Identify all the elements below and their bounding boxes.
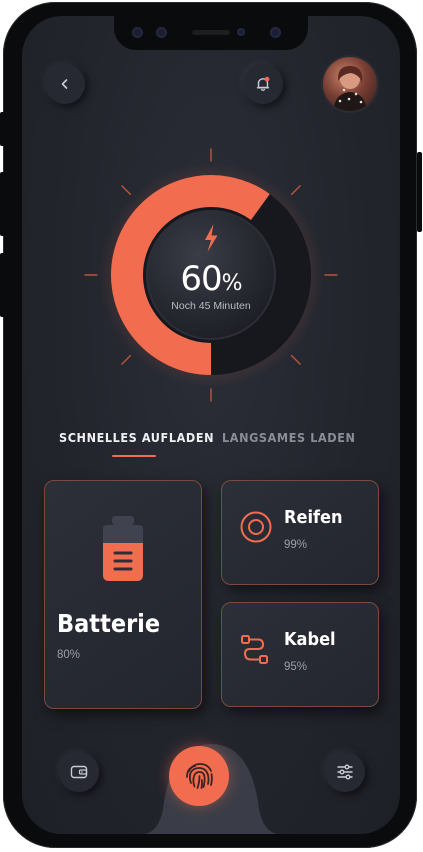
side-button-left-2 xyxy=(0,172,5,236)
battery-card[interactable]: Batterie 80% xyxy=(44,480,202,709)
charge-percent: 60% xyxy=(180,259,242,299)
fingerprint-icon xyxy=(186,763,213,789)
gauge-tick xyxy=(121,354,132,365)
tires-card-value: 99% xyxy=(284,539,308,551)
bell-icon xyxy=(256,76,270,91)
camera-lens-icon xyxy=(270,27,281,38)
battery-gauge: 60% Noch 45 Minuten xyxy=(82,146,340,404)
chevron-left-icon xyxy=(61,79,68,89)
user-avatar-icon xyxy=(333,65,367,111)
back-button[interactable] xyxy=(45,64,85,104)
battery-card-title: Batterie xyxy=(57,609,161,638)
cable-card[interactable]: Kabel 95% xyxy=(221,602,379,707)
gauge-tick xyxy=(121,185,132,196)
gauge-tick xyxy=(290,185,301,196)
sensor-icon xyxy=(237,28,245,36)
cable-card-value: 95% xyxy=(284,661,308,673)
notch xyxy=(114,16,308,50)
cable-card-title: Kabel xyxy=(284,629,336,650)
tires-card-title: Reifen xyxy=(284,507,343,528)
battery-icon xyxy=(103,516,143,581)
cable-icon xyxy=(241,635,268,664)
speaker-grille xyxy=(192,30,230,35)
tab-slow-charging[interactable]: LANGSAMES LADEN xyxy=(222,430,356,445)
camera-lens-icon xyxy=(132,27,143,38)
side-button-right xyxy=(417,152,422,232)
tab-fast-charging[interactable]: SCHNELLES AUFLADEN xyxy=(59,430,214,445)
remaining-time: Noch 45 Minuten xyxy=(171,300,251,312)
sliders-icon xyxy=(337,764,353,780)
wallet-icon xyxy=(70,765,88,779)
tire-icon xyxy=(240,511,272,543)
tires-card[interactable]: Reifen 99% xyxy=(221,480,379,585)
fingerprint-button[interactable] xyxy=(169,746,229,806)
gauge-tick xyxy=(290,354,301,365)
app-screen: 60% Noch 45 Minuten SCHNELLES AUFLADEN L… xyxy=(22,16,400,834)
camera-lens-icon xyxy=(156,27,167,38)
active-tab-indicator xyxy=(112,455,156,457)
avatar[interactable] xyxy=(323,57,377,111)
side-button-left-3 xyxy=(0,253,5,317)
battery-card-value: 80% xyxy=(57,649,81,661)
side-button-left-1 xyxy=(0,112,5,146)
notification-button[interactable] xyxy=(243,64,283,104)
settings-sliders-button[interactable] xyxy=(325,752,365,792)
wallet-button[interactable] xyxy=(59,752,99,792)
